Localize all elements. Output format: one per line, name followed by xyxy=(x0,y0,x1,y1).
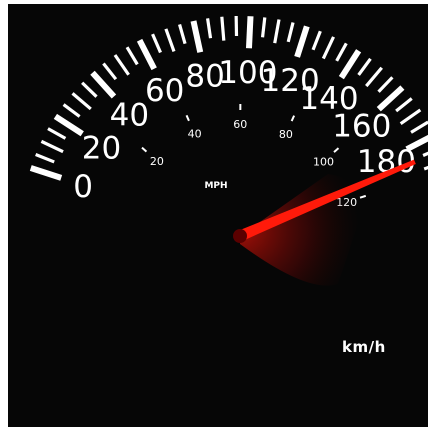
mph-tick xyxy=(359,194,367,199)
tick-mark xyxy=(311,30,322,51)
tick-mark xyxy=(376,85,405,112)
tick-mark xyxy=(35,153,55,164)
tick-mark xyxy=(62,103,81,118)
mph-tick xyxy=(290,115,296,122)
kmh-label: 40 xyxy=(110,98,149,134)
tick-mark xyxy=(113,54,130,76)
mph-tick xyxy=(185,114,190,122)
tick-mark xyxy=(90,70,117,99)
tick-mark xyxy=(136,38,157,71)
mph-unit-label: MPH xyxy=(204,181,227,191)
tick-mark xyxy=(151,33,162,54)
mph-label: 60 xyxy=(233,118,247,131)
speedometer-photo: 020406080100120140160180 20406080100120 … xyxy=(8,4,428,427)
tick-mark xyxy=(29,165,63,181)
tick-mark xyxy=(422,151,428,157)
tick-mark xyxy=(245,16,254,49)
tick-mark xyxy=(164,28,176,52)
tick-mark xyxy=(321,36,335,60)
tick-mark xyxy=(335,42,348,62)
tick-mark xyxy=(71,92,92,111)
mph-label: 40 xyxy=(188,128,202,141)
tick-mark xyxy=(338,49,362,80)
tick-mark xyxy=(190,20,204,53)
mph-label: 20 xyxy=(150,155,164,168)
mph-label: 80 xyxy=(279,128,293,141)
kmh-label: 160 xyxy=(332,109,391,145)
tick-mark xyxy=(40,139,64,154)
tick-mark xyxy=(357,57,372,76)
mph-label: 100 xyxy=(313,155,334,168)
tick-mark xyxy=(273,19,281,44)
kmh-label: 20 xyxy=(82,130,121,166)
tick-mark xyxy=(286,22,295,43)
mph-tick xyxy=(141,146,148,153)
tick-mark xyxy=(260,17,267,38)
tick-mark xyxy=(220,16,226,41)
needle-hub xyxy=(233,229,247,243)
tick-mark xyxy=(423,165,428,171)
tick-mark xyxy=(377,76,394,93)
tick-mark xyxy=(205,18,213,39)
tick-mark xyxy=(81,81,98,98)
tick-mark xyxy=(365,66,383,88)
tick-mark xyxy=(399,108,422,126)
tick-mark xyxy=(47,127,67,140)
tick-mark xyxy=(102,62,118,81)
tick-mark xyxy=(53,113,84,137)
tick-mark xyxy=(178,24,187,45)
tick-mark xyxy=(125,46,139,66)
speedometer-gauge: 020406080100120140160180 20406080100120 … xyxy=(29,16,428,286)
kmh-label: 0 xyxy=(73,169,93,205)
kmh-label: 60 xyxy=(145,73,184,109)
kmh-unit-label: km/h xyxy=(342,338,386,356)
mph-tick xyxy=(333,147,340,153)
tick-mark xyxy=(395,97,413,113)
tick-mark xyxy=(294,25,310,58)
tick-mark xyxy=(410,120,428,134)
